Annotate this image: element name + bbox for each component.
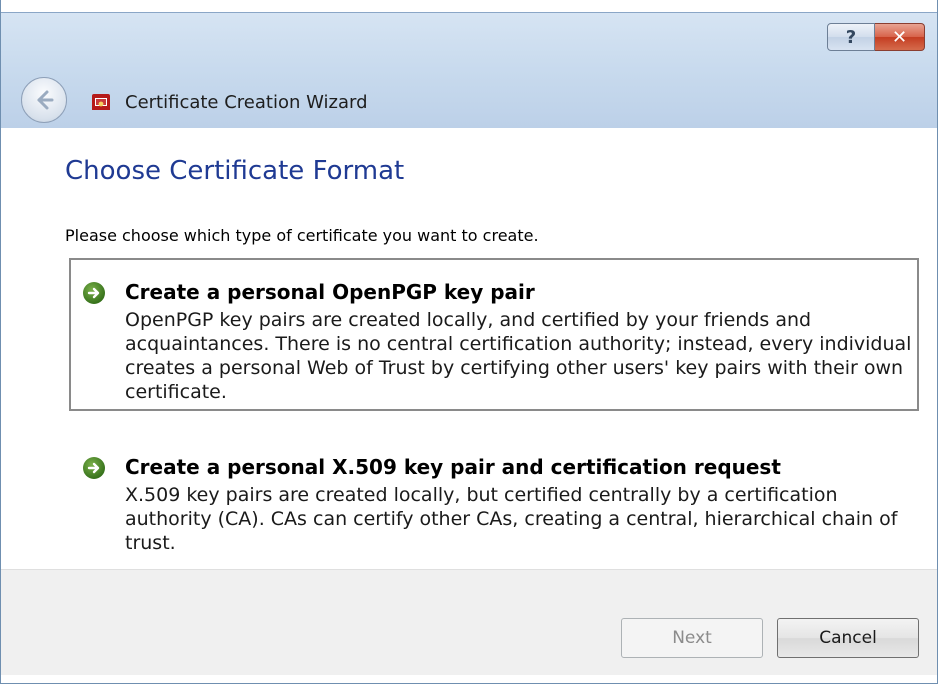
instruction-text: Please choose which type of certificate …	[65, 226, 539, 245]
green-arrow-icon	[83, 457, 105, 479]
option-x509-description: X.509 key pairs are created locally, but…	[125, 484, 898, 554]
wizard-content: Choose Certificate Format Please choose …	[1, 128, 937, 568]
next-button[interactable]: Next	[621, 618, 763, 658]
help-button[interactable]: ?	[827, 23, 875, 51]
window-title: Certificate Creation Wizard	[125, 92, 368, 113]
option-x509-title: Create a personal X.509 key pair and cer…	[125, 455, 781, 479]
wizard-footer: Next Cancel	[1, 569, 937, 675]
option-openpgp-description: OpenPGP key pairs are created locally, a…	[125, 309, 912, 403]
back-button[interactable]	[21, 77, 67, 123]
close-button[interactable]: ✕	[875, 23, 925, 51]
window-top-strip	[1, 0, 937, 12]
option-openpgp[interactable]: Create a personal OpenPGP key pair OpenP…	[69, 258, 919, 411]
wizard-window: ? ✕ Certificate Creation Wizard Choose C…	[0, 0, 938, 684]
title-bar: ? ✕ Certificate Creation Wizard	[1, 12, 937, 129]
page-title: Choose Certificate Format	[65, 156, 405, 186]
green-arrow-icon	[83, 282, 105, 304]
option-openpgp-title: Create a personal OpenPGP key pair	[125, 280, 535, 304]
back-arrow-icon	[37, 90, 54, 110]
cancel-button[interactable]: Cancel	[777, 618, 919, 658]
kleopatra-certificate-icon	[92, 94, 110, 110]
option-x509[interactable]: Create a personal X.509 key pair and cer…	[69, 433, 919, 554]
caption-buttons: ? ✕	[827, 23, 925, 51]
